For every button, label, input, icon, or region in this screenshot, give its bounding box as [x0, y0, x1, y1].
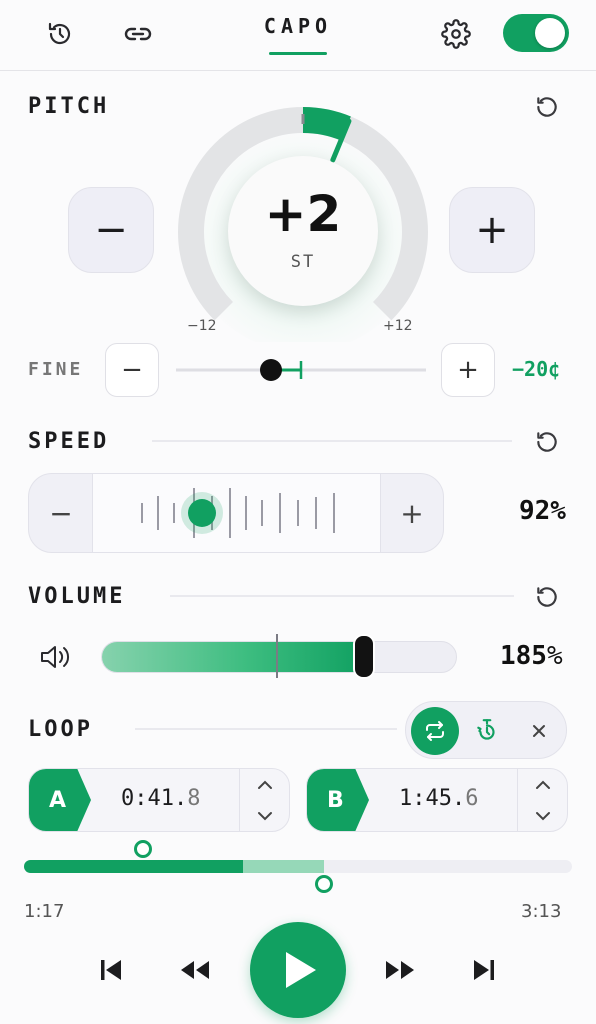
- pitch-decrement-button[interactable]: −: [68, 187, 154, 273]
- fast-forward-icon[interactable]: [378, 948, 422, 992]
- speed-tick: [141, 503, 143, 523]
- point-b-time-frac: 6: [465, 786, 479, 811]
- fine-slider[interactable]: [176, 356, 426, 386]
- fine-value: −20¢: [512, 357, 561, 381]
- volume-knob[interactable]: [355, 636, 374, 677]
- progress-loop-region: [242, 860, 324, 873]
- point-a-stepper: [239, 769, 289, 831]
- point-b-stepper: [517, 769, 567, 831]
- speed-tick: [245, 496, 247, 530]
- volume-unit: %: [546, 641, 563, 671]
- total-time: 3:13: [521, 901, 562, 922]
- close-icon[interactable]: [520, 712, 558, 750]
- loop-mode-group: [405, 701, 567, 759]
- volume-fill: [102, 642, 366, 672]
- rewind-icon[interactable]: [173, 948, 217, 992]
- dial-fill: [302, 106, 351, 141]
- loop-divider: [135, 728, 397, 730]
- volume-divider: [170, 595, 514, 597]
- loop-label: LOOP: [28, 717, 93, 742]
- point-a-time[interactable]: 0:41.8: [121, 786, 200, 811]
- pitch-unit: ST: [290, 252, 316, 272]
- speed-decrement-button[interactable]: −: [29, 474, 93, 552]
- speed-tick: [297, 500, 299, 526]
- point-b-tag: B: [307, 769, 369, 831]
- speed-divider: [152, 440, 512, 442]
- volume-reset-icon[interactable]: [530, 580, 564, 614]
- speed-tick: [279, 493, 281, 533]
- speed-tick: [229, 488, 231, 538]
- volume-number: 185: [500, 641, 547, 671]
- speed-label: SPEED: [28, 429, 110, 454]
- point-b-down-icon[interactable]: [518, 800, 567, 831]
- speed-tick: [157, 496, 159, 530]
- fine-label: FINE: [28, 359, 84, 380]
- pitch-value: +2: [264, 185, 342, 243]
- pitch-max-label: +12: [383, 318, 413, 334]
- volume-slider[interactable]: [101, 641, 457, 673]
- pitch-min-label: −12: [187, 318, 217, 334]
- timer-icon[interactable]: [468, 712, 506, 750]
- speed-knob[interactable]: [187, 499, 216, 527]
- playback-progress[interactable]: [24, 840, 572, 893]
- loop-a-handle[interactable]: [133, 840, 152, 858]
- point-a-up-icon[interactable]: [240, 769, 289, 800]
- volume-unity-mark: [276, 634, 278, 678]
- skip-next-icon[interactable]: [462, 948, 506, 992]
- speed-increment-button[interactable]: +: [380, 474, 444, 552]
- pitch-increment-button[interactable]: +: [449, 187, 535, 273]
- fine-knob[interactable]: [260, 359, 282, 381]
- pitch-label: PITCH: [28, 94, 110, 119]
- point-b-up-icon[interactable]: [518, 769, 567, 800]
- repeat-icon[interactable]: [411, 707, 459, 755]
- play-button[interactable]: [250, 922, 346, 1018]
- volume-label: VOLUME: [28, 584, 126, 609]
- play-icon: [286, 952, 316, 988]
- speaker-icon[interactable]: [38, 642, 74, 672]
- title-underline: [269, 52, 327, 55]
- skip-previous-icon[interactable]: [89, 948, 133, 992]
- speed-value: 92%: [519, 496, 566, 526]
- speed-tick: [173, 503, 175, 523]
- speed-reset-icon[interactable]: [530, 425, 564, 459]
- point-a-tag: A: [29, 769, 91, 831]
- volume-value: 185%: [500, 641, 563, 671]
- fine-decrement-button[interactable]: −: [105, 343, 159, 397]
- point-b-time[interactable]: 1:45.6: [399, 786, 478, 811]
- pitch-reset-icon[interactable]: [530, 90, 564, 124]
- loop-point-b: B 1:45.6: [306, 768, 568, 832]
- progress-played: [24, 860, 243, 873]
- gear-icon[interactable]: [436, 14, 476, 54]
- power-toggle[interactable]: [503, 14, 569, 52]
- toggle-knob: [535, 18, 565, 48]
- speed-tick: [261, 500, 263, 526]
- point-b-time-main: 1:45.: [399, 786, 466, 811]
- loop-b-handle[interactable]: [314, 875, 333, 893]
- speed-tick: [315, 497, 317, 529]
- loop-point-a: A 0:41.8: [28, 768, 290, 832]
- current-time: 1:17: [24, 901, 65, 922]
- fine-increment-button[interactable]: +: [441, 343, 495, 397]
- speed-scrubber[interactable]: [92, 474, 381, 552]
- point-a-time-main: 0:41.: [121, 786, 188, 811]
- point-a-time-frac: 8: [187, 786, 201, 811]
- point-a-down-icon[interactable]: [240, 800, 289, 831]
- speed-tick: [333, 493, 335, 533]
